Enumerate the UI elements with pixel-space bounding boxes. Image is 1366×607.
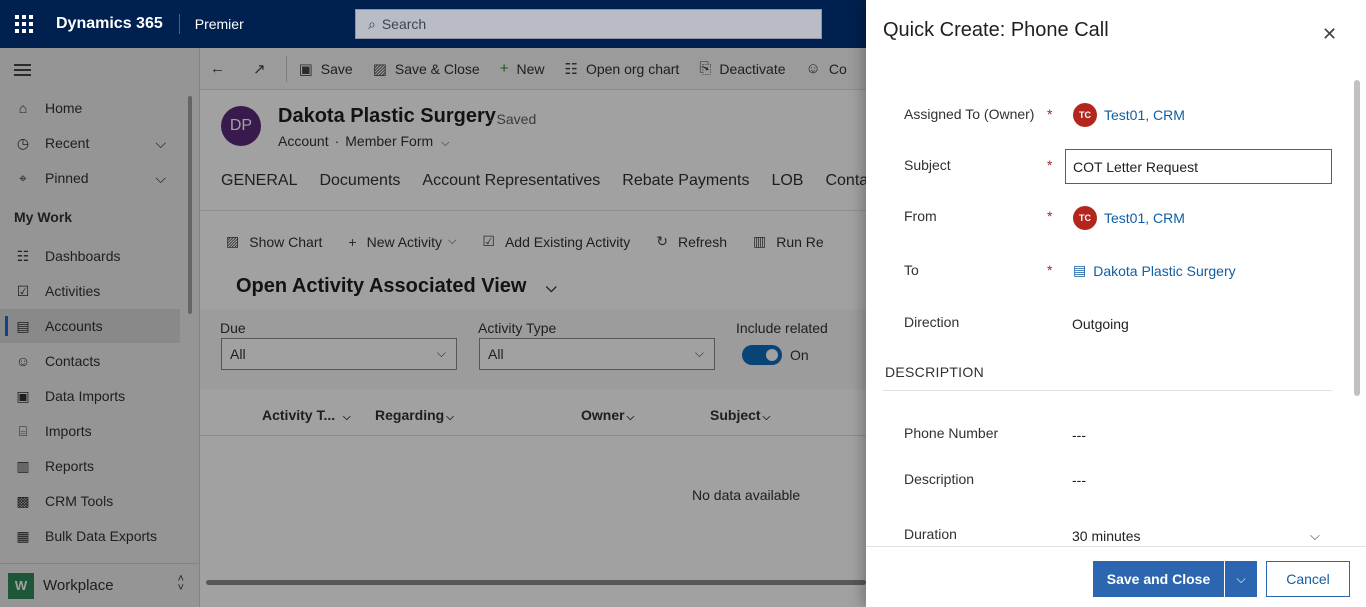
chevron-down-icon: ⌵ — [1236, 571, 1246, 586]
required-indicator: * — [1047, 157, 1053, 173]
required-indicator: * — [1047, 208, 1053, 224]
description-section-title: DESCRIPTION — [885, 364, 984, 380]
to-label: To — [904, 262, 919, 278]
app-area-name: Premier — [194, 16, 244, 32]
duration-select[interactable]: 30 minutes — [1072, 528, 1140, 544]
direction-value[interactable]: Outgoing — [1072, 316, 1129, 332]
quick-create-panel: Quick Create: Phone Call ✕ Assigned To (… — [866, 0, 1366, 607]
from-value[interactable]: Test01, CRM — [1104, 210, 1185, 226]
phone-number-field[interactable]: --- — [1072, 427, 1086, 443]
waffle-icon — [15, 15, 33, 33]
account-icon: ▤ — [1073, 262, 1087, 278]
description-field[interactable]: --- — [1072, 472, 1086, 488]
from-avatar: TC — [1073, 206, 1097, 230]
panel-title: Quick Create: Phone Call — [883, 19, 1109, 41]
panel-footer: Save and Close ⌵ Cancel — [866, 546, 1366, 607]
close-icon[interactable]: ✕ — [1322, 24, 1337, 45]
phone-number-label: Phone Number — [904, 425, 999, 441]
save-options-dropdown[interactable]: ⌵ — [1224, 561, 1257, 597]
description-label: Description — [904, 471, 975, 487]
search-placeholder: Search — [381, 16, 427, 32]
search-input[interactable]: ⌕ Search — [355, 9, 822, 39]
owner-avatar: TC — [1073, 103, 1097, 127]
top-navigation-bar: Dynamics 365 Premier ⌕ Search — [0, 0, 866, 48]
app-launcher-button[interactable] — [0, 0, 48, 48]
required-indicator: * — [1047, 106, 1053, 122]
modal-overlay[interactable] — [0, 48, 866, 607]
owner-value[interactable]: Test01, CRM — [1104, 107, 1185, 123]
section-divider — [883, 390, 1332, 391]
to-lookup[interactable]: ▤ Dakota Plastic Surgery — [1073, 262, 1236, 279]
owner-label: Assigned To (Owner) — [904, 106, 1035, 122]
chevron-down-icon[interactable]: ⌵ — [1310, 528, 1320, 544]
cancel-button[interactable]: Cancel — [1266, 561, 1350, 597]
duration-label: Duration — [904, 526, 957, 542]
subject-label: Subject — [904, 157, 951, 173]
search-icon: ⌕ — [368, 15, 376, 32]
required-indicator: * — [1047, 262, 1053, 278]
to-value[interactable]: Dakota Plastic Surgery — [1093, 263, 1235, 279]
from-label: From — [904, 208, 937, 224]
save-and-close-button[interactable]: Save and Close — [1093, 561, 1224, 597]
owner-lookup[interactable]: TC Test01, CRM — [1073, 103, 1185, 127]
direction-label: Direction — [904, 314, 960, 330]
from-lookup[interactable]: TC Test01, CRM — [1073, 206, 1185, 230]
subject-field[interactable] — [1065, 149, 1332, 184]
panel-scrollbar[interactable] — [1354, 80, 1360, 396]
app-name[interactable]: Dynamics 365 — [48, 14, 180, 34]
